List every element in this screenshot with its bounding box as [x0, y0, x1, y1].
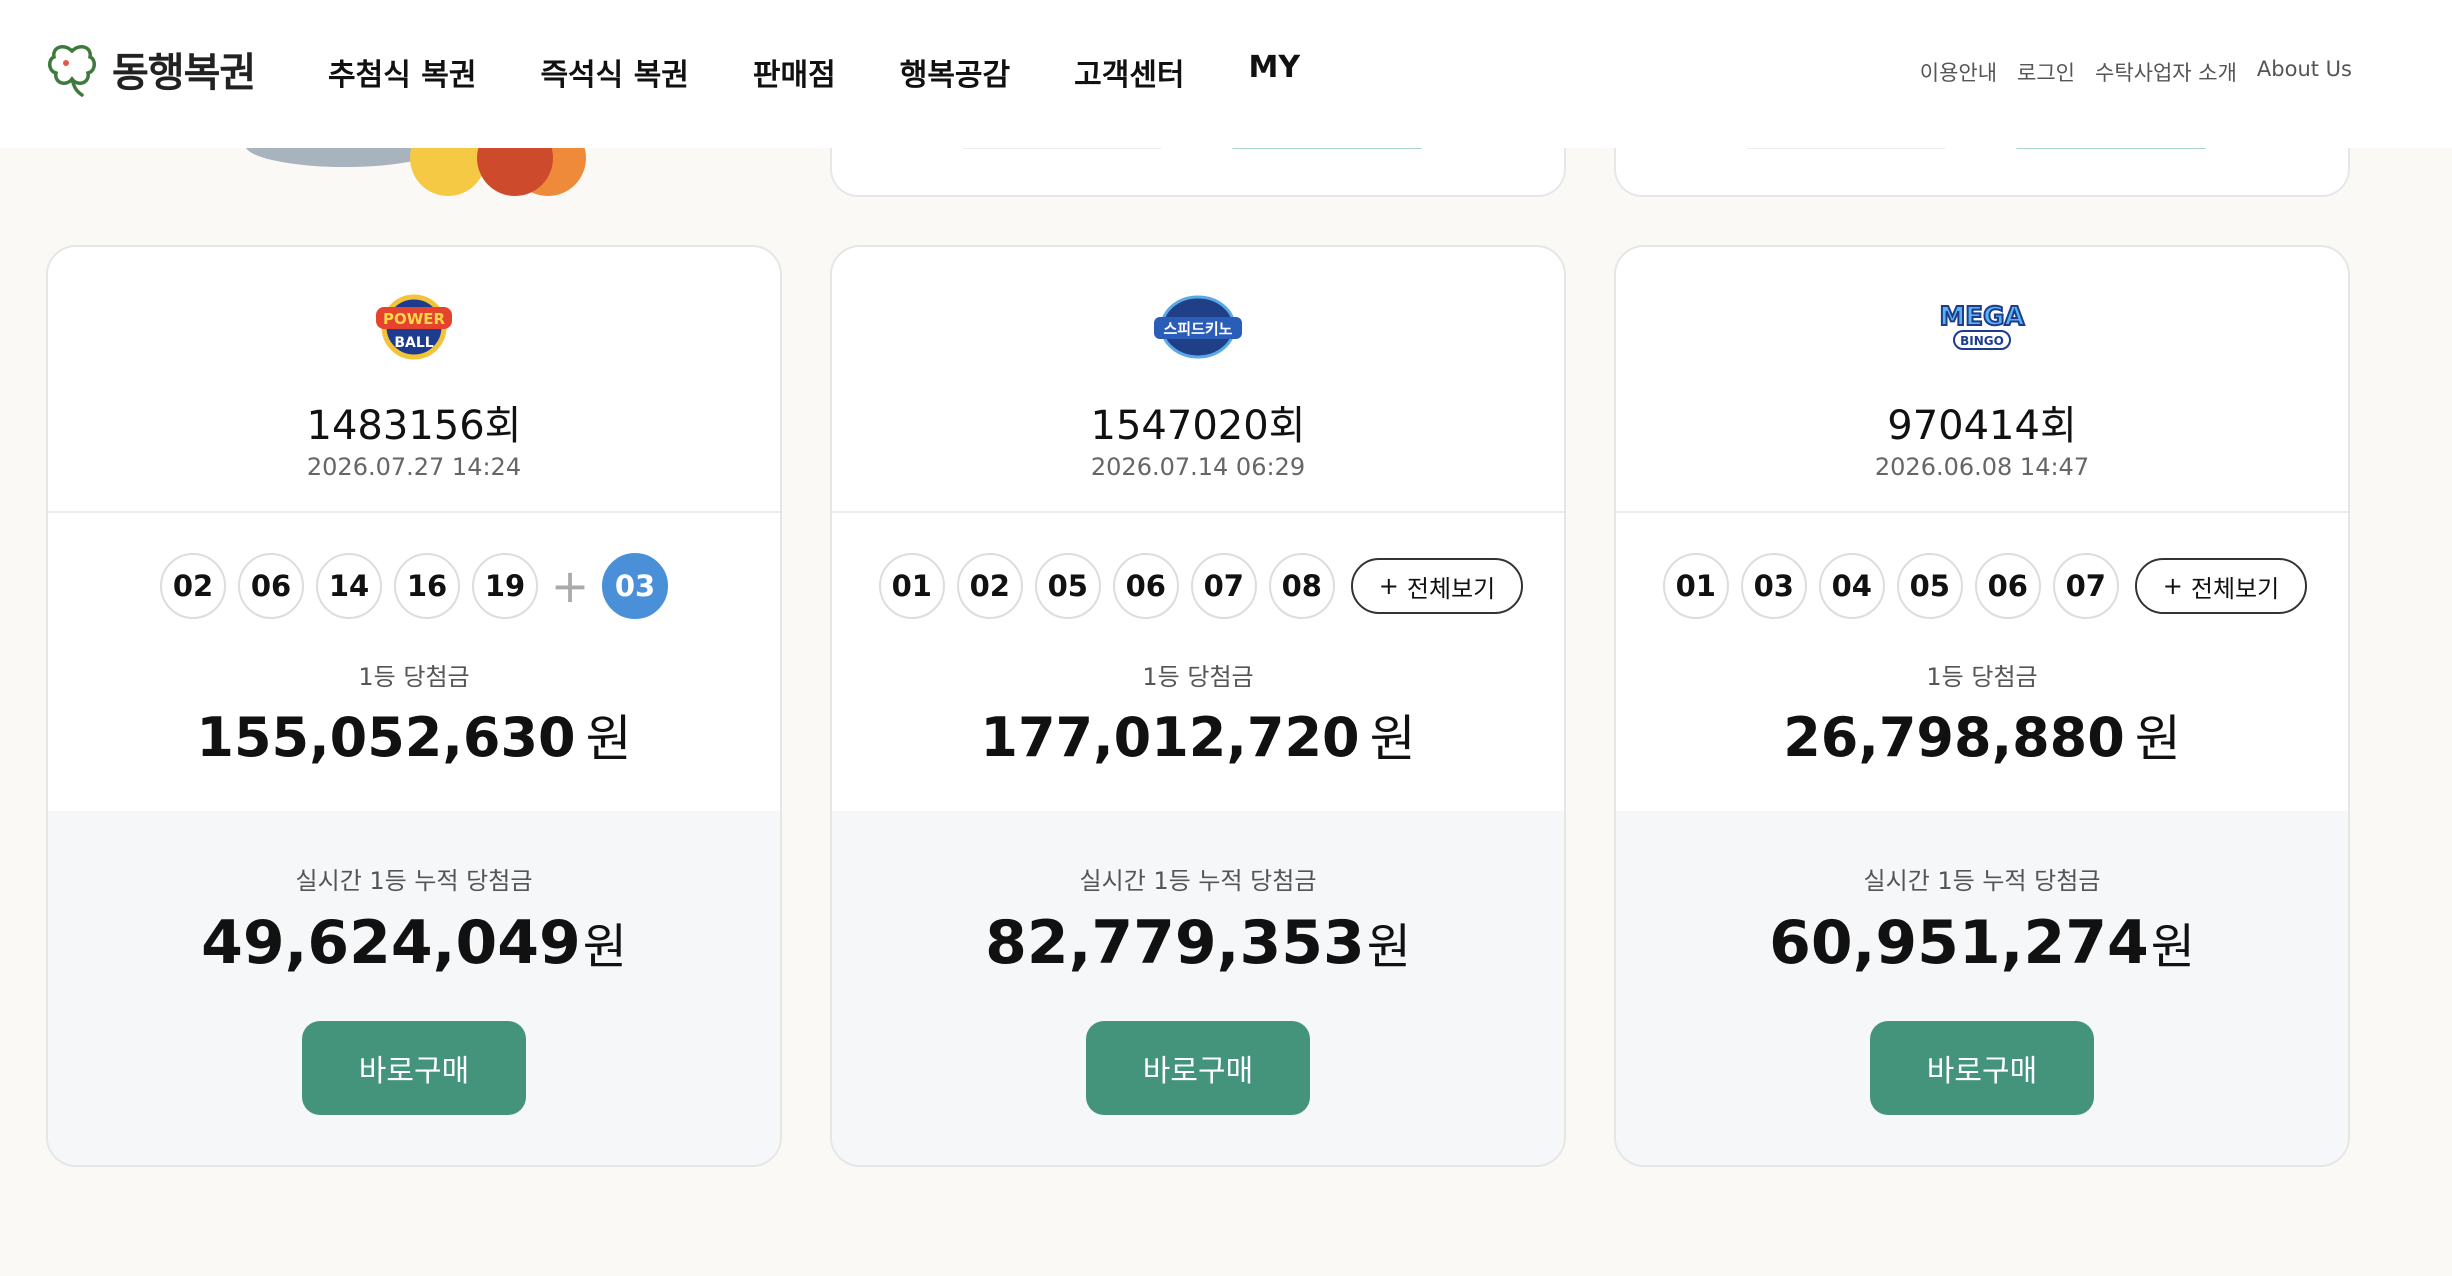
card-header: 스피드키노 1547020회 2026.07.14 06:29: [832, 247, 1564, 513]
prize-value: 177,012,720: [980, 706, 1360, 769]
buy-now-button[interactable]: 바로구매: [1086, 1021, 1310, 1115]
view-all-label: 전체보기: [2190, 574, 2280, 603]
plus-icon: +: [550, 559, 590, 613]
plus-icon: +: [2162, 572, 2183, 600]
clover-logo-icon: [48, 45, 96, 97]
card-header: MEGA BINGO 970414회 2026.06.08 14:47: [1616, 247, 2348, 513]
accumulated-amount: 49,624,049원: [48, 907, 780, 978]
draw-date: 2026.07.27 14:24: [306, 453, 522, 481]
winning-numbers: 01 02 05 06 07 08 + 전체보기: [832, 553, 1564, 619]
first-prize-amount: 26,798,880 원: [1616, 699, 2348, 771]
number-ball: 07: [2052, 553, 2119, 619]
site-header: 동행복권 추첨식 복권 즉석식 복권 판매점 행복공감 고객센터 MY 이용안내…: [0, 0, 2452, 148]
number-ball: 05: [1034, 553, 1101, 619]
round-number: 970414회: [1887, 403, 2077, 449]
first-prize-label: 1등 당첨금: [1926, 663, 2038, 691]
nav-my[interactable]: MY: [1249, 50, 1301, 94]
number-ball: 01: [878, 553, 945, 619]
game-card-speedkeno: 스피드키노 1547020회 2026.07.14 06:29 01 02 05…: [830, 245, 1566, 1167]
currency-unit: 원: [582, 919, 627, 975]
number-ball: 07: [1190, 553, 1257, 619]
number-ball: 01: [1662, 553, 1729, 619]
round-number: 1483156회: [306, 403, 522, 449]
accumulated-value: 49,624,049: [201, 908, 581, 978]
nav-stores[interactable]: 판매점: [753, 50, 836, 94]
view-all-button[interactable]: + 전체보기: [2134, 558, 2308, 614]
site-logo[interactable]: 동행복권: [46, 40, 256, 98]
view-all-button[interactable]: + 전체보기: [1350, 558, 1524, 614]
nav-happiness[interactable]: 행복공감: [900, 50, 1010, 94]
number-ball: 14: [316, 553, 382, 619]
number-ball: 08: [1268, 553, 1335, 619]
util-about[interactable]: About Us: [2257, 57, 2352, 87]
accumulated-value: 82,779,353: [985, 908, 1365, 978]
first-prize-label: 1등 당첨금: [358, 663, 470, 691]
accumulated-label: 실시간 1등 누적 당첨금: [1863, 867, 2101, 895]
prize-value: 155,052,630: [196, 706, 576, 769]
buy-now-button[interactable]: 바로구매: [1870, 1021, 2094, 1115]
game-card-powerball: POWER BALL 1483156회 2026.07.27 14:24 02 …: [46, 245, 782, 1167]
powerball-number: 03: [602, 553, 668, 619]
util-guide[interactable]: 이용안내: [1920, 57, 1997, 87]
buy-now-button[interactable]: 바로구매: [302, 1021, 526, 1115]
currency-unit: 원: [585, 710, 632, 768]
nav-draw-lottery[interactable]: 추첨식 복권: [328, 50, 476, 94]
accumulated-section: 실시간 1등 누적 당첨금 49,624,049원 바로구매: [48, 811, 780, 1165]
currency-unit: 원: [2134, 710, 2181, 768]
brand-name: 동행복권: [112, 50, 256, 96]
powerball-logo-icon: POWER BALL: [376, 294, 452, 360]
number-ball: 02: [160, 553, 226, 619]
nav-customer-center[interactable]: 고객센터: [1074, 50, 1184, 94]
svg-text:BALL: BALL: [394, 335, 433, 351]
util-operator[interactable]: 수탁사업자 소개: [2095, 57, 2237, 87]
number-ball: 06: [238, 553, 304, 619]
currency-unit: 원: [2150, 919, 2195, 975]
number-ball: 16: [394, 553, 460, 619]
number-ball: 06: [1112, 553, 1179, 619]
speedkeno-logo-icon: 스피드키노: [1154, 295, 1242, 359]
prize-value: 26,798,880: [1783, 706, 2125, 769]
main-nav: 추첨식 복권 즉석식 복권 판매점 행복공감 고객센터 MY: [328, 50, 1300, 94]
round-number: 1547020회: [1090, 403, 1306, 449]
plus-icon: +: [1378, 572, 1399, 600]
number-ball: 06: [1974, 553, 2041, 619]
accumulated-section: 실시간 1등 누적 당첨금 82,779,353원 바로구매: [832, 811, 1564, 1165]
nav-instant-lottery[interactable]: 즉석식 복권: [540, 50, 688, 94]
draw-date: 2026.07.14 06:29: [1090, 453, 1306, 481]
game-card-megabingo: MEGA BINGO 970414회 2026.06.08 14:47 01 0…: [1614, 245, 2350, 1167]
winning-numbers: 02 06 14 16 19 + 03: [48, 553, 780, 619]
svg-text:스피드키노: 스피드키노: [1163, 320, 1232, 338]
accumulated-label: 실시간 1등 누적 당첨금: [295, 867, 533, 895]
accumulated-amount: 82,779,353원: [832, 907, 1564, 978]
view-all-label: 전체보기: [1406, 574, 1496, 603]
accumulated-value: 60,951,274: [1769, 908, 2149, 978]
accumulated-section: 실시간 1등 누적 당첨금 60,951,274원 바로구매: [1616, 811, 2348, 1165]
currency-unit: 원: [1366, 919, 1411, 975]
winning-numbers: 01 03 04 05 06 07 + 전체보기: [1616, 553, 2348, 619]
number-ball: 04: [1818, 553, 1885, 619]
number-ball: 02: [956, 553, 1023, 619]
draw-date: 2026.06.08 14:47: [1874, 453, 2090, 481]
currency-unit: 원: [1369, 710, 1416, 768]
card-header: POWER BALL 1483156회 2026.07.27 14:24: [48, 247, 780, 513]
number-ball: 05: [1896, 553, 1963, 619]
svg-text:MEGA: MEGA: [1939, 302, 2024, 332]
util-login[interactable]: 로그인: [2017, 57, 2075, 87]
accumulated-label: 실시간 1등 누적 당첨금: [1079, 867, 1317, 895]
first-prize-amount: 155,052,630 원: [48, 699, 780, 771]
svg-text:BINGO: BINGO: [1960, 334, 2004, 348]
utility-nav: 이용안내 로그인 수탁사업자 소개 About Us: [1920, 57, 2352, 87]
svg-text:POWER: POWER: [383, 310, 446, 328]
megabingo-logo-icon: MEGA BINGO: [1938, 301, 2026, 350]
number-ball: 03: [1740, 553, 1807, 619]
number-ball: 19: [472, 553, 538, 619]
first-prize-amount: 177,012,720 원: [832, 699, 1564, 771]
first-prize-label: 1등 당첨금: [1142, 663, 1254, 691]
accumulated-amount: 60,951,274원: [1616, 907, 2348, 978]
